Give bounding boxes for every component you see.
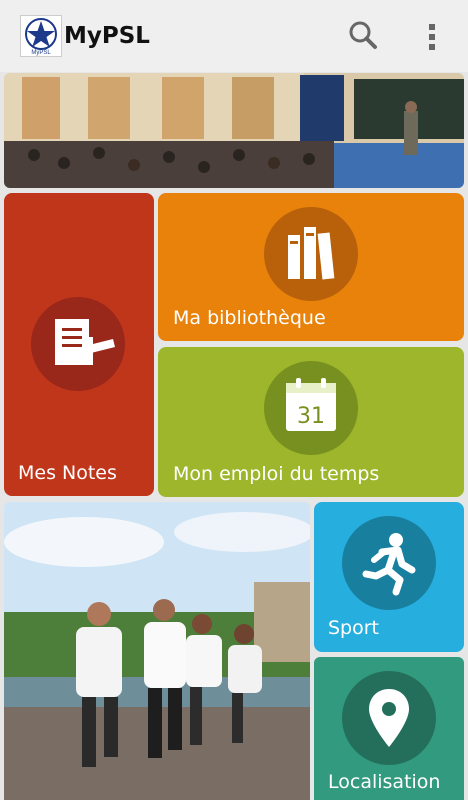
location-tile[interactable]: Localisation <box>314 657 464 800</box>
books-icon <box>264 207 358 301</box>
search-icon <box>349 21 377 49</box>
library-label: Ma bibliothèque <box>173 307 326 329</box>
lecture-hall-banner-image <box>4 73 464 188</box>
calendar-icon: 31 <box>264 361 358 455</box>
notes-tile[interactable]: Mes Notes <box>4 193 154 496</box>
schedule-tile[interactable]: 31 Mon emploi du temps <box>158 347 464 497</box>
library-tile[interactable]: Ma bibliothèque <box>158 193 464 341</box>
runners-photo-image <box>4 502 310 800</box>
sport-label: Sport <box>328 617 380 639</box>
svg-text:MyPSL: MyPSL <box>31 50 51 56</box>
map-pin-icon <box>342 671 436 765</box>
search-button[interactable] <box>340 14 384 58</box>
notes-label: Mes Notes <box>18 462 117 484</box>
app-logo: MyPSL <box>20 15 62 57</box>
location-label: Localisation <box>328 771 441 793</box>
svg-text:31: 31 <box>297 404 325 429</box>
more-vert-icon <box>429 24 435 50</box>
overflow-menu-button[interactable] <box>412 14 452 58</box>
sport-tile[interactable]: Sport <box>314 502 464 652</box>
running-person-icon <box>342 516 436 610</box>
app-bar: MyPSL MyPSL <box>0 0 468 72</box>
schedule-label: Mon emploi du temps <box>173 463 380 485</box>
note-pencil-icon <box>31 297 125 391</box>
app-title: MyPSL <box>64 23 150 49</box>
